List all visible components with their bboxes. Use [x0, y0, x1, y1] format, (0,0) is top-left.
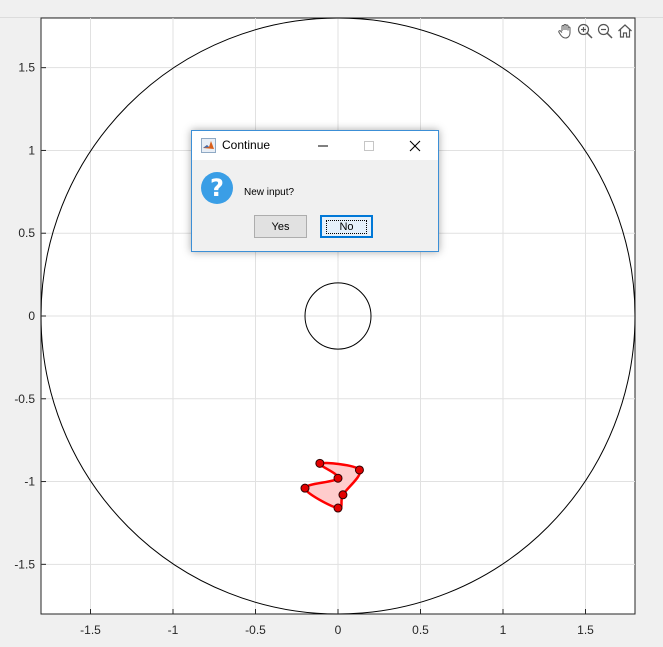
x-tick-label: -1.5	[80, 623, 101, 637]
polygon-vertex	[333, 503, 343, 513]
polygon-vertex	[333, 473, 343, 483]
zoom-in-icon[interactable]	[576, 22, 594, 40]
y-tick-label: -1	[24, 475, 35, 489]
minimize-button[interactable]	[300, 131, 346, 160]
continue-dialog: Continue ? New input? Yes No	[191, 130, 439, 252]
x-tick-label: 0.5	[412, 623, 429, 637]
x-tick-label: -1	[168, 623, 179, 637]
y-tick-label: 1	[28, 143, 35, 157]
polygon-vertex	[300, 483, 310, 493]
pan-icon[interactable]	[556, 22, 574, 40]
plot-axes[interactable]: -1.5 -1 -0.5 0 0.5 1 1.5 -1.5 -1 -0.5 0 0.5 1 1.5	[0, 0, 663, 647]
y-tick-label: -1.5	[14, 557, 35, 571]
maximize-button	[346, 131, 392, 160]
close-button[interactable]	[392, 131, 438, 160]
x-tick-label: -0.5	[245, 623, 266, 637]
yes-button-label: Yes	[271, 220, 290, 233]
y-tick-label: -0.5	[14, 392, 35, 406]
x-tick-label: 0	[335, 623, 342, 637]
yes-button[interactable]: Yes	[254, 215, 307, 238]
polygon-vertex	[315, 458, 325, 468]
matlab-icon	[201, 138, 216, 153]
dialog-message: New input?	[244, 187, 295, 198]
axes-toolbar	[556, 21, 634, 41]
x-tick-label: 1	[500, 623, 507, 637]
y-tick-label: 0.5	[18, 226, 35, 240]
zoom-out-icon[interactable]	[596, 22, 614, 40]
x-tick-label: 1.5	[577, 623, 594, 637]
question-icon: ?	[201, 172, 233, 204]
close-icon	[409, 140, 421, 151]
y-tick-label: 0	[28, 309, 35, 323]
dialog-title-bar[interactable]: Continue	[192, 131, 438, 160]
y-tick-label: 1.5	[18, 61, 35, 75]
no-button[interactable]: No	[320, 215, 373, 238]
dialog-title: Continue	[222, 138, 271, 152]
no-button-label: No	[326, 219, 367, 234]
home-icon[interactable]	[616, 22, 634, 40]
polygon-vertex	[354, 465, 364, 475]
polygon-vertex	[338, 490, 348, 500]
